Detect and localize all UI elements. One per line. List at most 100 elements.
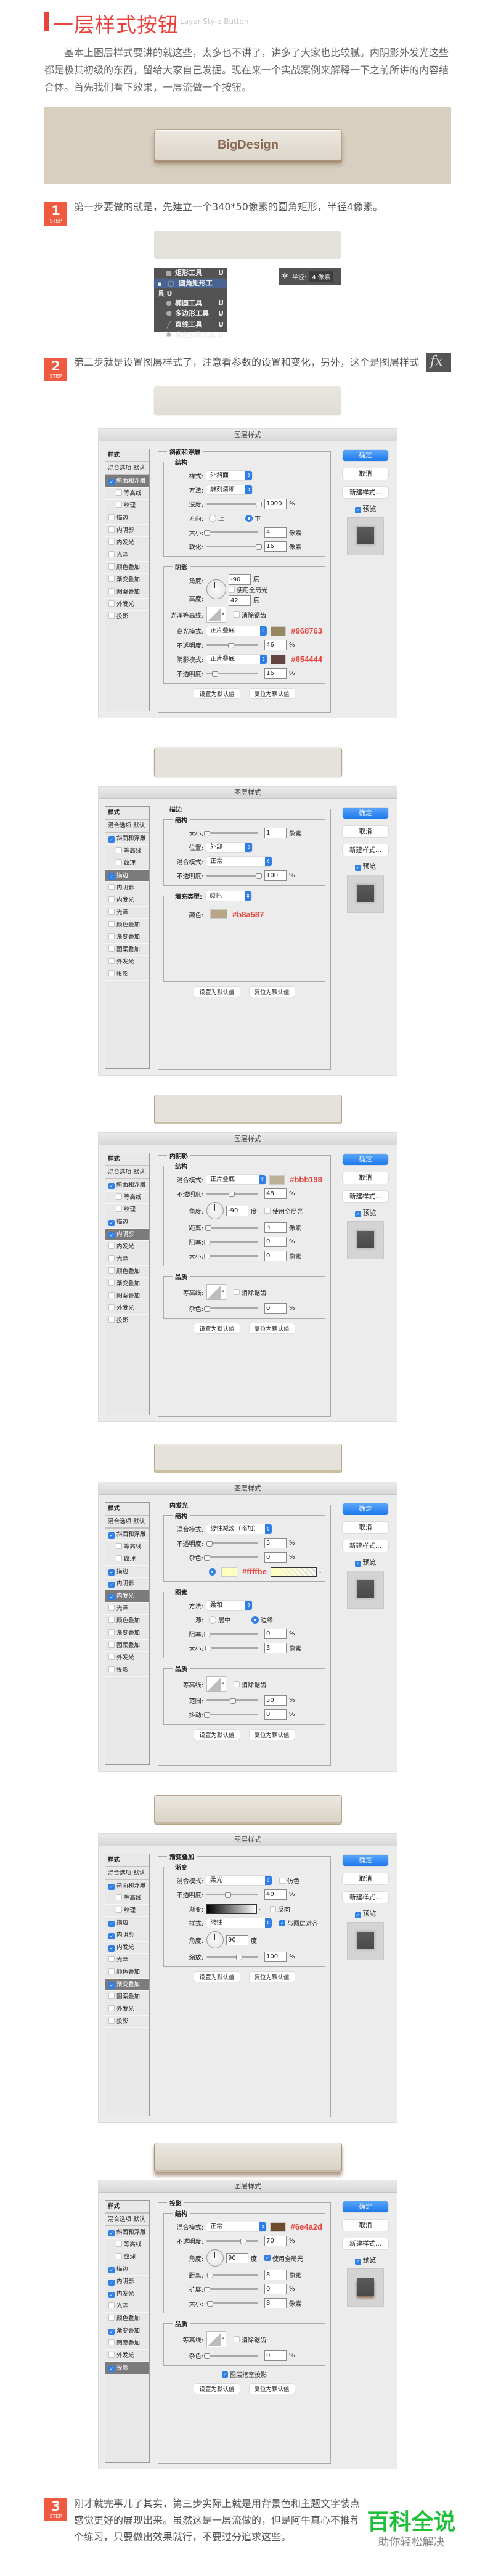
option-checkbox[interactable]: ✓ 使用全局光: [264, 2254, 303, 2263]
checkbox-box[interactable]: [234, 611, 240, 618]
color-swatch[interactable]: [221, 1566, 238, 1577]
effect-item[interactable]: 描边: [105, 512, 149, 525]
styles-header[interactable]: 样式: [105, 2201, 149, 2214]
effect-item[interactable]: ✓ 斜面和浮雕: [105, 2226, 149, 2239]
effect-checkbox[interactable]: ✓: [108, 2329, 115, 2335]
effect-item[interactable]: ✓ 斜面和浮雕: [105, 1529, 149, 1541]
effect-item[interactable]: ✓ 内发光: [105, 1942, 149, 1954]
slider[interactable]: [204, 1306, 258, 1312]
effect-item[interactable]: 颜色叠加: [105, 1966, 149, 1979]
slider[interactable]: [206, 2239, 258, 2244]
dropdown[interactable]: 正常 ⇕: [206, 857, 272, 866]
value-input[interactable]: 16: [264, 668, 287, 679]
gradient-picker[interactable]: [206, 1903, 257, 1914]
checkbox-box[interactable]: ✓: [354, 1561, 361, 1567]
slider-thumb[interactable]: [204, 2287, 210, 2292]
effect-item[interactable]: 等高线: [105, 1541, 149, 1553]
effect-checkbox[interactable]: [116, 1543, 122, 1549]
effect-checkbox[interactable]: ✓: [108, 873, 115, 880]
effect-item[interactable]: 投影: [105, 1664, 149, 1677]
effect-item[interactable]: 图案叠加: [105, 1290, 149, 1302]
effect-item[interactable]: ✓ 渐变叠加: [105, 2325, 149, 2337]
angle-dial[interactable]: [206, 2249, 224, 2267]
color-swatch[interactable]: [210, 909, 227, 919]
value-input[interactable]: 0: [264, 1251, 287, 1261]
effect-checkbox[interactable]: ✓: [108, 1232, 115, 1238]
preview-checkbox[interactable]: ✓ 预览: [343, 504, 388, 513]
effect-checkbox[interactable]: [108, 1267, 115, 1274]
value-input[interactable]: 8: [264, 2270, 287, 2280]
effect-checkbox[interactable]: [108, 600, 115, 607]
radio-button[interactable]: [209, 1568, 216, 1576]
effect-item[interactable]: 等高线: [105, 488, 149, 500]
reset-default-button[interactable]: 复位为默认值: [249, 1972, 295, 1982]
effect-item[interactable]: 光泽: [105, 1603, 149, 1615]
dropdown[interactable]: 外部 ⇕: [206, 843, 252, 852]
effect-item[interactable]: 图案叠加: [105, 1991, 149, 2003]
slider[interactable]: [204, 530, 258, 536]
effect-item[interactable]: ✓ 内发光: [105, 2288, 149, 2300]
value-input[interactable]: 50: [264, 1695, 287, 1706]
effect-checkbox[interactable]: [108, 1666, 115, 1672]
value-input[interactable]: 0: [264, 1709, 287, 1720]
effect-checkbox[interactable]: ✓: [108, 1220, 115, 1226]
styles-header[interactable]: 样式: [105, 1153, 149, 1166]
effect-checkbox[interactable]: ✓: [108, 1183, 115, 1189]
new-style-button[interactable]: 新建样式...: [343, 1191, 388, 1202]
effect-checkbox[interactable]: [108, 2315, 115, 2321]
effect-checkbox[interactable]: [108, 909, 115, 915]
contour-picker[interactable]: v: [206, 1676, 226, 1692]
radio-button[interactable]: [209, 514, 216, 522]
slider-thumb[interactable]: [204, 530, 210, 536]
effect-checkbox[interactable]: ✓: [108, 2267, 115, 2273]
slider-thumb[interactable]: [224, 1892, 231, 1898]
effect-checkbox[interactable]: [116, 2241, 122, 2247]
slider-thumb[interactable]: [229, 1192, 235, 1197]
set-default-button[interactable]: 设置为默认值: [194, 689, 240, 698]
checkbox-box[interactable]: ✓: [222, 2371, 228, 2378]
effect-item[interactable]: ✓ 内阴影: [105, 2276, 149, 2288]
effect-checkbox[interactable]: ✓: [108, 2230, 115, 2236]
value-input[interactable]: 46: [264, 640, 287, 650]
set-default-button[interactable]: 设置为默认值: [194, 1972, 240, 1982]
color-swatch[interactable]: [270, 626, 287, 636]
effect-item[interactable]: 内发光: [105, 1241, 149, 1253]
effect-checkbox[interactable]: [108, 2018, 115, 2024]
tool-menu-item[interactable]: ✱ 自定形状工具 U: [154, 330, 227, 341]
dropdown[interactable]: 柔和 ⇕: [206, 1601, 252, 1610]
effect-checkbox[interactable]: [108, 2352, 115, 2358]
preview-checkbox[interactable]: ✓ 预览: [343, 861, 388, 871]
effect-item[interactable]: 纹理: [105, 1204, 149, 1216]
effect-item[interactable]: 内阴影: [105, 525, 149, 537]
effect-checkbox[interactable]: ✓: [108, 1933, 115, 1939]
effect-checkbox[interactable]: ✓: [108, 2366, 115, 2372]
styles-header[interactable]: 样式: [105, 1854, 149, 1867]
cancel-button[interactable]: 取消: [343, 468, 388, 480]
slider[interactable]: [205, 1225, 258, 1231]
slider-thumb[interactable]: [204, 2353, 210, 2359]
effect-checkbox[interactable]: [108, 551, 115, 557]
effect-item[interactable]: 内发光: [105, 537, 149, 549]
effect-item[interactable]: 投影: [105, 1315, 149, 1327]
styles-header[interactable]: 样式: [105, 449, 149, 462]
chevron-down-icon[interactable]: ⌄: [318, 1569, 322, 1574]
tool-menu-item[interactable]: ■ 矩形工具 U: [154, 268, 227, 279]
effect-checkbox[interactable]: ✓: [108, 836, 115, 843]
value-input[interactable]: 40: [264, 1889, 287, 1900]
blend-options-item[interactable]: 混合选项:默认: [105, 1867, 149, 1880]
slider[interactable]: [206, 2273, 258, 2278]
effect-item[interactable]: 投影: [105, 2016, 149, 2028]
value-input[interactable]: 100: [264, 870, 287, 881]
angle-dial[interactable]: [206, 1202, 224, 1219]
slider[interactable]: [206, 2301, 258, 2307]
effect-item[interactable]: 等高线: [105, 1892, 149, 1905]
color-swatch[interactable]: [270, 2222, 286, 2232]
cancel-button[interactable]: 取消: [343, 2220, 388, 2231]
effect-checkbox[interactable]: [108, 921, 115, 927]
effect-checkbox[interactable]: [108, 1280, 115, 1286]
effect-checkbox[interactable]: [116, 859, 122, 865]
effect-item[interactable]: 图案叠加: [105, 2337, 149, 2350]
effect-item[interactable]: ✓ 内阴影: [105, 1578, 149, 1590]
dropdown[interactable]: 雕刻清晰 ⇕: [206, 485, 252, 494]
new-style-button[interactable]: 新建样式...: [343, 2238, 388, 2249]
